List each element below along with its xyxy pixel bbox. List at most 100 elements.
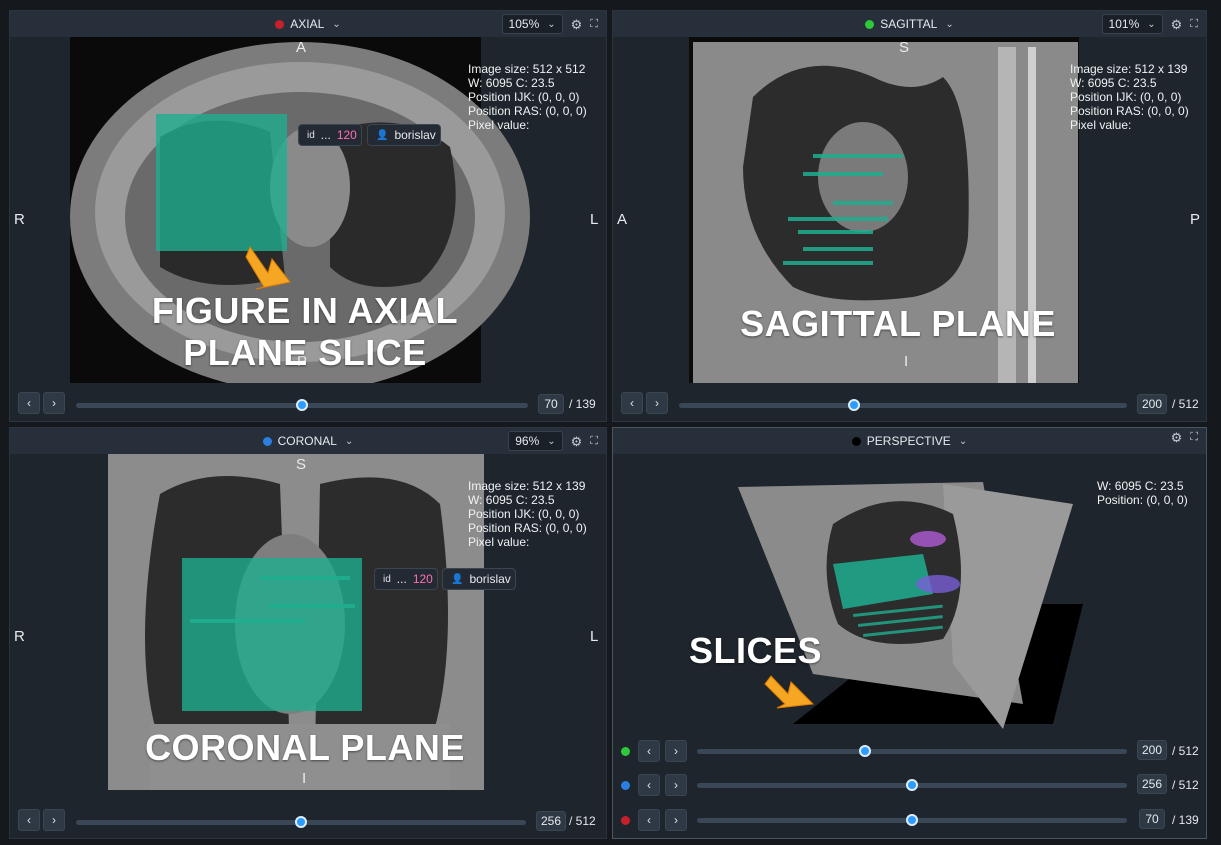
slice-value[interactable]: 256: [1137, 774, 1167, 794]
perspective-slider-blue: ‹ › 256 / 512: [613, 771, 1206, 799]
user-icon: 👤: [451, 573, 464, 585]
orient-bottom: I: [904, 353, 909, 370]
axial-color-dot: [275, 19, 285, 29]
slice-value[interactable]: 200: [1137, 740, 1167, 760]
prev-slice-button[interactable]: ‹: [638, 740, 660, 762]
slice-total: / 139: [1172, 813, 1199, 827]
next-slice-button[interactable]: ›: [665, 740, 687, 762]
perspective-view-selector[interactable]: PERSPECTIVE ⌄: [851, 434, 968, 448]
fullscreen-icon[interactable]: ⛶: [1190, 18, 1198, 30]
coronal-view-selector[interactable]: CORONAL ⌄: [262, 434, 354, 448]
coronal-viewport[interactable]: S R L I Image size: 512 x 139 W: 6095 C:…: [10, 454, 606, 800]
id-ellipsis: ...: [396, 572, 407, 586]
chevron-down-icon: ⌄: [958, 435, 968, 447]
id-value: 120: [336, 128, 357, 142]
coronal-zoom-select[interactable]: 96% ⌄: [508, 431, 563, 451]
slider-thumb[interactable]: [847, 399, 860, 411]
axial-viewport[interactable]: A R L P Image size: 512 x 512 W: 6095 C:…: [10, 37, 606, 383]
coronal-slice-value[interactable]: 256: [536, 811, 566, 831]
fullscreen-icon[interactable]: ⛶: [590, 18, 598, 30]
gear-icon[interactable]: ⚙: [1171, 431, 1183, 444]
gear-icon[interactable]: ⚙: [571, 18, 583, 31]
position-text: Position: (0, 0, 0): [1097, 493, 1188, 507]
slice-value[interactable]: 70: [1139, 809, 1165, 829]
fullscreen-icon[interactable]: ⛶: [1190, 432, 1198, 443]
sagittal-slice-slider[interactable]: [697, 745, 1127, 757]
coronal-slice-total: / 512: [569, 814, 596, 828]
next-slice-button[interactable]: ›: [665, 809, 687, 831]
gear-icon[interactable]: ⚙: [1171, 18, 1183, 31]
perspective-viewport[interactable]: W: 6095 C: 23.5 Position: (0, 0, 0) SLIC…: [613, 454, 1206, 730]
axial-slice-value[interactable]: 70: [538, 394, 564, 414]
position-ijk-text: Position IJK: (0, 0, 0): [1070, 90, 1182, 104]
slider-thumb[interactable]: [296, 399, 308, 411]
coronal-color-dot: [262, 436, 272, 446]
axial-slice-controls: ‹ › 70 / 139: [10, 383, 606, 421]
axial-zoom-select[interactable]: 105% ⌄: [501, 14, 563, 34]
sagittal-view-selector[interactable]: SAGITTAL ⌄: [865, 17, 954, 31]
slider-thumb[interactable]: [295, 816, 307, 828]
annotation-user-tag[interactable]: 👤 borislav: [367, 124, 441, 146]
coronal-slice-slider[interactable]: [697, 779, 1127, 791]
slider-thumb[interactable]: [906, 779, 918, 791]
prev-slice-button[interactable]: ‹: [638, 774, 660, 796]
green-plane-dot: [621, 747, 630, 756]
axial-panel: AXIAL ⌄ 105% ⌄ ⚙ ⛶ A R L P Image size: 5…: [9, 10, 607, 422]
sagittal-zoom-select[interactable]: 101% ⌄: [1101, 14, 1163, 34]
orient-right: L: [590, 628, 599, 645]
annotation-id-tag[interactable]: id ... 120: [374, 568, 438, 590]
next-slice-button[interactable]: ›: [646, 392, 668, 414]
sagittal-slice-slider[interactable]: [679, 399, 1127, 411]
perspective-slider-green: ‹ › 200 / 512: [613, 737, 1206, 765]
id-label: id: [307, 129, 315, 141]
annotation-user-tag[interactable]: 👤 borislav: [442, 568, 516, 590]
sagittal-header: SAGITTAL ⌄ 101% ⌄ ⚙ ⛶: [613, 11, 1206, 37]
pixel-value-text: Pixel value:: [468, 535, 530, 549]
coronal-zoom-value: 96%: [515, 434, 540, 448]
window-center-text: W: 6095 C: 23.5: [468, 76, 555, 90]
sagittal-viewport[interactable]: S A P I Image size: 512 x 139 W: 6095 C:…: [613, 37, 1206, 383]
sagittal-panel: SAGITTAL ⌄ 101% ⌄ ⚙ ⛶ S A P I Image size…: [612, 10, 1207, 422]
id-ellipsis: ...: [320, 128, 331, 142]
axial-info-overlay: Image size: 512 x 512 W: 6095 C: 23.5 Po…: [468, 62, 587, 132]
gear-icon[interactable]: ⚙: [571, 435, 583, 448]
chevron-down-icon: ⌄: [1147, 18, 1156, 30]
sagittal-title: SAGITTAL: [880, 17, 938, 31]
slider-thumb[interactable]: [858, 745, 871, 757]
id-label: id: [383, 573, 391, 585]
prev-slice-button[interactable]: ‹: [18, 809, 40, 831]
perspective-panel: PERSPECTIVE ⌄ ⚙ ⛶ W: 6095 C: 23.5 Positi…: [612, 427, 1207, 839]
position-ras-text: Position RAS: (0, 0, 0): [468, 521, 587, 535]
axial-view-selector[interactable]: AXIAL ⌄: [275, 17, 341, 31]
chevron-down-icon: ⌄: [945, 18, 954, 30]
sagittal-slice-value[interactable]: 200: [1137, 394, 1167, 414]
prev-slice-button[interactable]: ‹: [621, 392, 643, 414]
axial-slice-total: / 139: [569, 397, 596, 411]
orient-right: P: [1190, 211, 1201, 228]
user-name: borislav: [394, 128, 436, 142]
coronal-slice-slider[interactable]: [76, 816, 526, 828]
window-center-text: W: 6095 C: 23.5: [468, 493, 555, 507]
axial-header: AXIAL ⌄ 105% ⌄ ⚙ ⛶: [10, 11, 606, 37]
next-slice-button[interactable]: ›: [43, 392, 65, 414]
annotation-id-tag[interactable]: id ... 120: [298, 124, 362, 146]
sagittal-info-overlay: Image size: 512 x 139 W: 6095 C: 23.5 Po…: [1070, 62, 1189, 132]
sagittal-slice-controls: ‹ › 200 / 512: [613, 383, 1206, 421]
axial-slice-slider[interactable]: [76, 399, 528, 411]
chevron-down-icon: ⌄: [547, 435, 556, 447]
orient-bottom: I: [302, 770, 307, 787]
slider-thumb[interactable]: [906, 814, 918, 826]
pixel-value-text: Pixel value:: [468, 118, 530, 132]
axial-slice-slider[interactable]: [697, 814, 1127, 826]
perspective-header: PERSPECTIVE ⌄ ⚙ ⛶: [613, 428, 1206, 454]
next-slice-button[interactable]: ›: [665, 774, 687, 796]
prev-slice-button[interactable]: ‹: [638, 809, 660, 831]
image-size-text: Image size: 512 x 139: [468, 479, 586, 493]
chevron-down-icon: ⌄: [344, 435, 354, 447]
next-slice-button[interactable]: ›: [43, 809, 65, 831]
orient-left: R: [14, 628, 25, 645]
prev-slice-button[interactable]: ‹: [18, 392, 40, 414]
fullscreen-icon[interactable]: ⛶: [590, 435, 598, 447]
perspective-annotation-label: SLICES: [688, 630, 823, 671]
user-icon: 👤: [376, 129, 389, 141]
